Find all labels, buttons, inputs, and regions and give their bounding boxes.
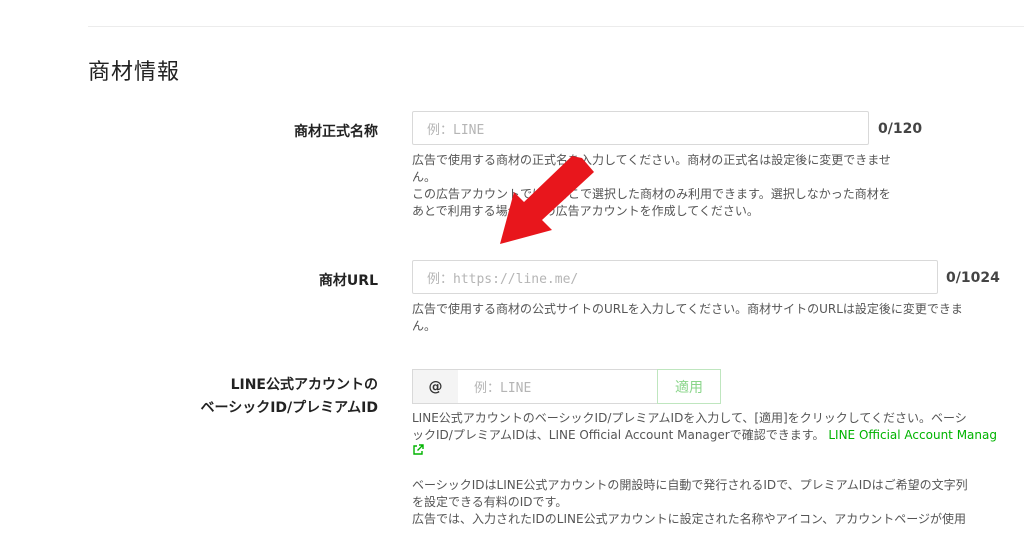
line-id-label: LINE公式アカウントの ベーシックID/プレミアムID <box>200 374 378 420</box>
label-line: ベーシックID/プレミアムID <box>200 400 378 416</box>
arrow-icon <box>500 156 594 244</box>
help-line: ん。 <box>412 319 437 333</box>
apply-button[interactable]: 適用 <box>657 369 721 404</box>
help-line: を設定できる有料のIDです。 <box>412 495 568 509</box>
product-url-label: 商材URL <box>318 273 378 289</box>
help-line: 広告で使用する商材の正式名を入力してください。商材の正式名は設定後に変更できませ <box>412 153 891 167</box>
help-line: この広告アカウントでは、ここで選択した商材のみ利用できます。選択しなかった商材を <box>412 187 891 201</box>
product-url-counter: 0/1024 <box>946 270 1000 286</box>
help-line: LINE公式アカウントのベーシックID/プレミアムIDを入力して、[適用]をクリ… <box>412 411 967 425</box>
help-line: あとで利用する場合は別の広告アカウントを作成してください。 <box>412 204 759 218</box>
help-line: ベーシックIDはLINE公式アカウントの開設時に自動で発行されるIDで、プレミア… <box>412 478 968 492</box>
help-text: ックID/プレミアムIDは、LINE Official Account Mana… <box>412 428 825 442</box>
help-line: ックID/プレミアムIDは、LINE Official Account Mana… <box>412 427 997 444</box>
help-line: ん。 <box>412 170 437 184</box>
help-line: 広告で使用する商材の公式サイトのURLを入力してください。商材サイトのURLは設… <box>412 302 963 316</box>
product-name-input[interactable]: 例：LINE <box>412 111 869 145</box>
section-divider <box>88 26 1024 27</box>
line-id-help-2: ベーシックIDはLINE公式アカウントの開設時に自動で発行されるIDで、プレミア… <box>412 477 968 528</box>
product-name-label: 商材正式名称 <box>294 124 378 140</box>
product-name-counter: 0/120 <box>878 121 923 137</box>
label-line: LINE公式アカウントの <box>230 377 378 393</box>
line-id-input[interactable]: 例：LINE <box>458 369 658 404</box>
external-link-icon[interactable] <box>412 444 424 456</box>
at-prefix: @ <box>412 369 459 404</box>
external-link-icon[interactable] <box>412 444 997 462</box>
product-name-help: 広告で使用する商材の正式名を入力してください。商材の正式名は設定後に変更できませ… <box>412 152 891 220</box>
oam-link[interactable]: LINE Official Account Manag <box>828 428 997 442</box>
section-title: 商材情報 <box>88 60 181 85</box>
product-url-input[interactable]: 例：https://line.me/ <box>412 260 938 294</box>
red-arrow-annotation <box>500 156 594 244</box>
help-line: 広告では、入力されたIDのLINE公式アカウントに設定された名称やアイコン、アカ… <box>412 512 967 526</box>
product-url-help: 広告で使用する商材の公式サイトのURLを入力してください。商材サイトのURLは設… <box>412 301 963 335</box>
line-id-help: LINE公式アカウントのベーシックID/プレミアムIDを入力して、[適用]をクリ… <box>412 410 997 462</box>
